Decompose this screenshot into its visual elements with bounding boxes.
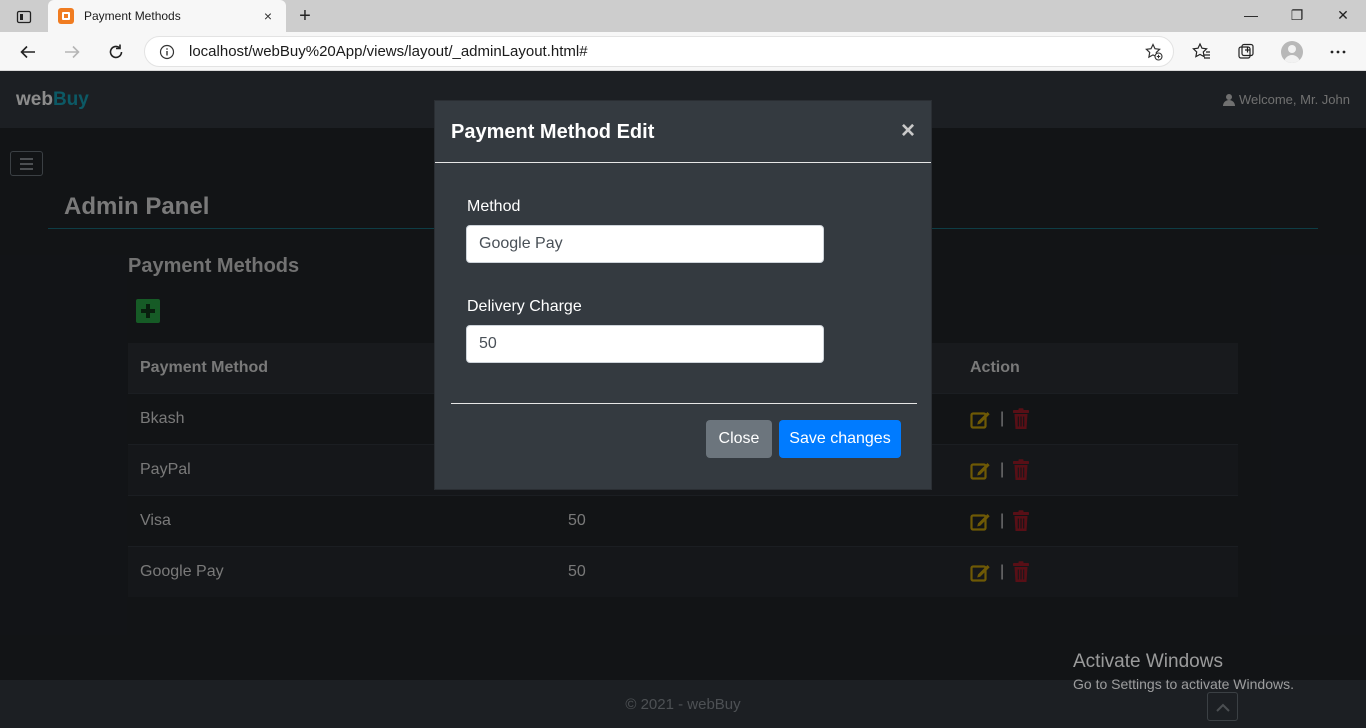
method-label: Method (467, 198, 521, 215)
url-text: localhost/webBuy%20App/views/layout/_adm… (189, 43, 588, 60)
delivery-charge-label: Delivery Charge (467, 298, 582, 315)
refresh-icon[interactable] (102, 38, 130, 66)
back-arrow-icon[interactable] (14, 38, 42, 66)
browser-address-bar: localhost/webBuy%20App/views/layout/_adm… (0, 32, 1366, 71)
modal-title: Payment Method Edit (451, 121, 655, 143)
favorites-icon[interactable] (1188, 38, 1216, 66)
modal-footer-divider (451, 403, 917, 404)
browser-tab-active[interactable]: Payment Methods × (48, 0, 286, 32)
tab-title: Payment Methods (84, 9, 181, 23)
minimize-icon[interactable]: — (1228, 0, 1274, 30)
new-tab-button[interactable]: + (292, 4, 318, 28)
windows-activation-watermark: Activate Windows Go to Settings to activ… (1073, 651, 1294, 692)
more-options-icon[interactable] (1324, 38, 1352, 66)
profile-avatar[interactable] (1278, 38, 1306, 66)
watermark-line-1: Activate Windows (1073, 651, 1223, 672)
maximize-icon[interactable]: ❐ (1274, 0, 1320, 30)
method-input[interactable] (466, 225, 824, 263)
url-field[interactable]: localhost/webBuy%20App/views/layout/_adm… (144, 36, 1174, 67)
modal-close-icon[interactable]: × (901, 119, 915, 143)
window-close-icon[interactable]: ✕ (1320, 0, 1366, 30)
tab-actions-icon[interactable] (10, 6, 38, 28)
delivery-charge-input[interactable] (466, 325, 824, 363)
forward-arrow-icon[interactable] (58, 38, 86, 66)
info-icon[interactable] (159, 44, 175, 60)
watermark-line-2: Go to Settings to activate Windows. (1073, 676, 1294, 692)
tab-close-icon[interactable]: × (260, 8, 276, 24)
payment-method-edit-modal: Payment Method Edit × Method Delivery Ch… (434, 100, 932, 490)
close-button[interactable]: Close (706, 420, 772, 458)
browser-tab-bar: Payment Methods × + — ❐ ✕ (0, 0, 1366, 32)
collections-icon[interactable] (1232, 38, 1260, 66)
xampp-favicon-icon (58, 8, 74, 24)
save-changes-button[interactable]: Save changes (779, 420, 901, 458)
add-favorite-icon[interactable] (1145, 43, 1163, 61)
modal-header: Payment Method Edit × (435, 101, 931, 163)
